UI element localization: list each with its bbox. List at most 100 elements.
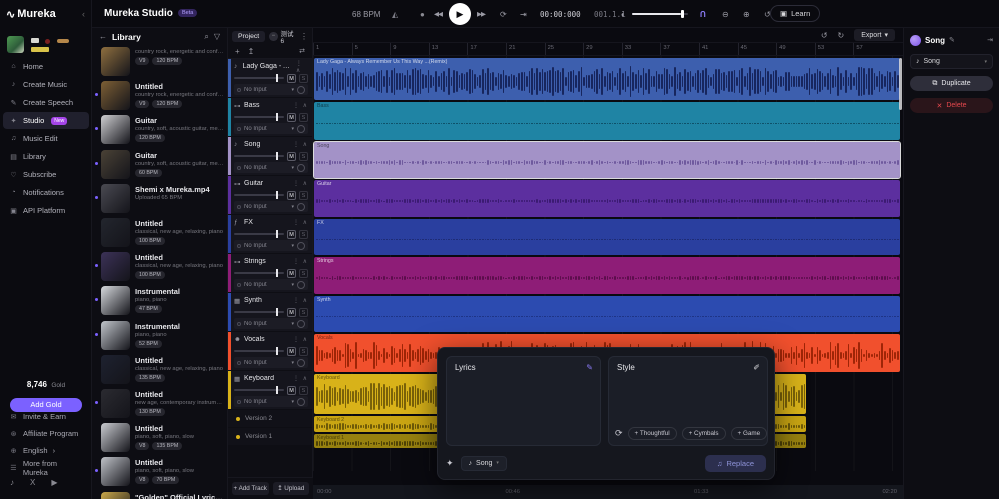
clip-strings[interactable]: Strings [314, 257, 900, 294]
record-arm-icon[interactable] [297, 398, 305, 406]
track-menu-icon[interactable]: ⋮ ∧ [293, 297, 308, 304]
style-chip[interactable]: + Cymbals [682, 427, 726, 440]
volume-slider[interactable] [234, 77, 284, 79]
rename-icon[interactable]: ✎ [949, 36, 955, 44]
add-icon[interactable]: + [235, 47, 240, 56]
slider-thumb[interactable] [276, 113, 278, 121]
slider-thumb[interactable] [276, 230, 278, 238]
sidebar-item-api-platform[interactable]: ▣API Platform [3, 202, 89, 219]
slider-thumb[interactable] [276, 191, 278, 199]
sidebar-item-music-edit[interactable]: ♫Music Edit [3, 130, 89, 147]
lyrics-edit-icon[interactable]: ✎ [586, 363, 593, 372]
add-track-button[interactable]: + Add Track [232, 482, 269, 495]
rewind-icon[interactable]: ◀◀ [434, 0, 442, 28]
duplicate-button[interactable]: ⧉ Duplicate [910, 76, 993, 91]
library-item[interactable]: Untitledpiano, soft, piano, slowV8135 BP… [92, 421, 228, 455]
slider-thumb[interactable] [276, 74, 278, 82]
solo-button[interactable]: S [299, 191, 308, 200]
clip-bass[interactable]: Bass [314, 102, 900, 140]
slider-thumb[interactable] [276, 269, 278, 277]
library-item[interactable]: Untitlednew age, contemporary instrument… [92, 387, 228, 421]
style-chip[interactable]: + Game [731, 427, 768, 440]
record-arm-icon[interactable] [297, 203, 305, 211]
track-menu-icon[interactable]: ⋮ ∧ [293, 180, 308, 187]
library-item[interactable]: Guitarcountry, soft, acoustic guitar, me… [92, 148, 228, 182]
record-icon[interactable]: ● [420, 0, 425, 28]
solo-button[interactable]: S [299, 113, 308, 122]
volume-slider[interactable] [234, 233, 284, 235]
timeline-ruler[interactable]: 159131721252933374145495357 [313, 43, 903, 56]
track-guitar[interactable]: ⊶Guitar⋮ ∧MSNo Input▾ [228, 176, 312, 214]
collapse-panel-icon[interactable]: ⇥ [987, 36, 993, 44]
slider-thumb[interactable] [276, 386, 278, 394]
slider-thumb[interactable] [276, 308, 278, 316]
footer-item-affiliate-program[interactable]: ⊛Affiliate Program [0, 425, 92, 442]
input-select[interactable]: No Input▾ [234, 201, 308, 212]
track-menu-icon[interactable]: ⋮ ∧ [293, 375, 308, 382]
library-item[interactable]: Untitledpiano, soft, piano, slowV870 BPM [92, 455, 228, 489]
sidebar-collapse-icon[interactable]: ‹ [82, 9, 85, 19]
clip-lady-gaga-always-remember-us-this-way-remix-[interactable]: Lady Gaga - Always Remember Us This Way … [314, 58, 900, 100]
solo-button[interactable]: S [299, 386, 308, 395]
track-menu-icon[interactable]: ⋮ ∧ [293, 258, 308, 265]
filter-icon[interactable]: ▽ [214, 32, 220, 41]
volume-slider[interactable] [632, 13, 688, 15]
track-lady-gaga-always[interactable]: ♪Lady Gaga - Always⋮ ∧MSNo Input▾ [228, 59, 312, 97]
track-bass[interactable]: ⊶Bass⋮ ∧MSNo Input▾ [228, 98, 312, 136]
input-select[interactable]: No Input▾ [234, 84, 308, 95]
clip-guitar[interactable]: Guitar [314, 180, 900, 217]
library-item[interactable]: Shemi x Mureka.mp4Uploaded 65 BPM [92, 182, 228, 216]
volume-slider[interactable] [234, 116, 284, 118]
track-synth[interactable]: ▦Synth⋮ ∧MSNo Input▾ [228, 293, 312, 331]
footer-item-english[interactable]: ⊕English› [0, 442, 92, 459]
redo-icon[interactable]: ↻ [838, 31, 845, 40]
mute-button[interactable]: M [287, 191, 296, 200]
volume-thumb[interactable] [681, 10, 684, 18]
mute-button[interactable]: M [287, 308, 296, 317]
volume-slider[interactable] [234, 272, 284, 274]
clip-synth[interactable]: Synth [314, 296, 900, 332]
forward-icon[interactable]: ▶▶ [477, 0, 485, 28]
magnet-icon[interactable]: U [700, 0, 706, 28]
solo-button[interactable]: S [299, 308, 308, 317]
mute-button[interactable]: M [287, 113, 296, 122]
track-vocals[interactable]: ☻Vocals⋮ ∧MSNo Input▾ [228, 332, 312, 370]
horizontal-scrollbar[interactable]: 00:0000:4601:3302:20 [313, 485, 903, 499]
upload-button[interactable]: ↥ Upload [273, 482, 310, 495]
tiktok-icon[interactable]: ♪ [10, 478, 14, 487]
mute-button[interactable]: M [287, 386, 296, 395]
track-song[interactable]: ♪Song⋮ ∧MSNo Input▾ [228, 137, 312, 175]
input-select[interactable]: No Input▾ [234, 162, 308, 173]
vertical-scrollbar[interactable] [899, 58, 902, 110]
solo-button[interactable]: S [299, 269, 308, 278]
version-item[interactable]: Version 2 [228, 410, 312, 427]
track-menu-icon[interactable]: ⋮ ∧ [293, 336, 308, 343]
record-arm-icon[interactable] [297, 125, 305, 133]
record-arm-icon[interactable] [297, 164, 305, 172]
loop-icon[interactable]: ⟳ [500, 0, 507, 28]
solo-button[interactable]: S [299, 74, 308, 83]
style-palette-icon[interactable]: ✐ [753, 363, 760, 372]
track-menu-icon[interactable]: ⋮ ∧ [293, 219, 308, 226]
track-keyboard[interactable]: ▦Keyboard⋮ ∧MSNo Input▾ [228, 371, 312, 409]
record-arm-icon[interactable] [297, 359, 305, 367]
youtube-icon[interactable]: ▶ [51, 478, 57, 487]
style-chip[interactable]: + Thoughtful [628, 427, 677, 440]
library-item[interactable]: Untitledclassical, new age, relaxing, pi… [92, 250, 228, 284]
library-item[interactable]: Instrumentalpiano, piano52 BPM [92, 319, 228, 353]
mute-button[interactable]: M [287, 74, 296, 83]
play-button[interactable]: ▶ [449, 3, 471, 25]
input-select[interactable]: No Input▾ [234, 396, 308, 407]
tab-project[interactable]: Project [232, 31, 265, 42]
solo-button[interactable]: S [299, 152, 308, 161]
lyrics-box[interactable]: Lyrics ✎ [446, 356, 601, 446]
project-pill[interactable]: − 测试6 [269, 28, 296, 45]
search-icon[interactable]: ⌕ [204, 32, 208, 42]
marker-icon[interactable]: ⇥ [520, 0, 527, 28]
zoom-out-icon[interactable]: ⊖ [722, 0, 729, 28]
input-select[interactable]: No Input▾ [234, 123, 308, 134]
library-item[interactable]: Untitledclassical, new age, relaxing, pi… [92, 216, 228, 250]
sidebar-item-create-music[interactable]: ♪Create Music [3, 76, 89, 93]
record-arm-icon[interactable] [297, 320, 305, 328]
version-item[interactable]: Version 1 [228, 428, 312, 445]
